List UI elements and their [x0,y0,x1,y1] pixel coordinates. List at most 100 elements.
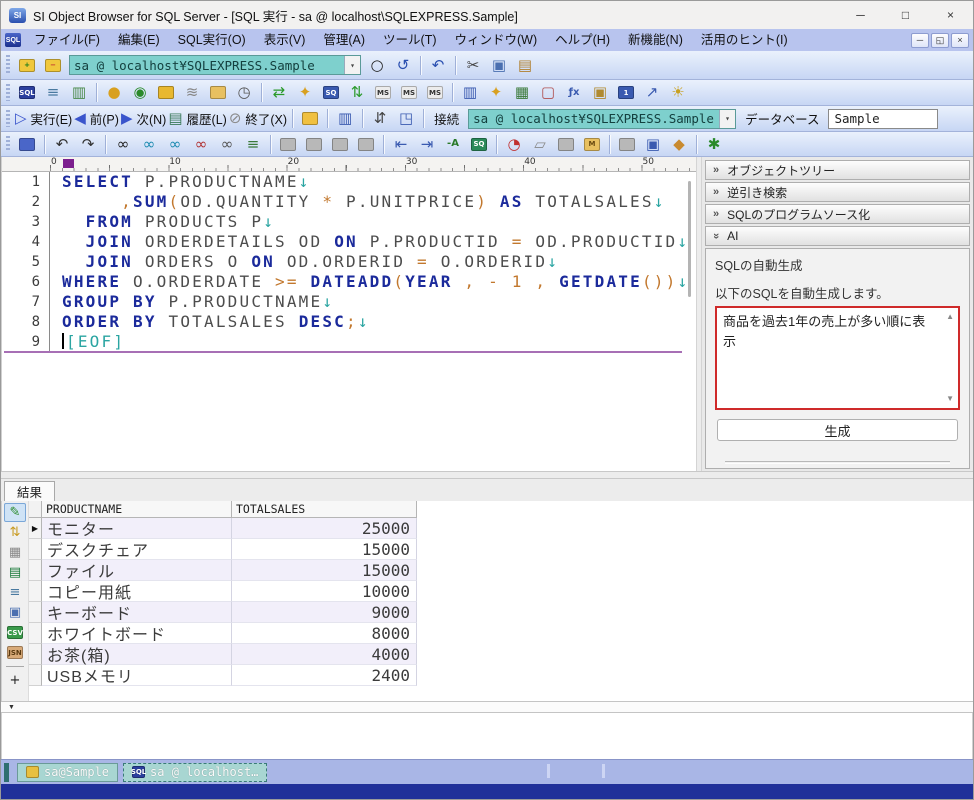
table-row[interactable]: USBメモリ2400 [29,665,417,686]
edit-row-button[interactable]: ✎ [4,503,26,522]
bookmark-2-button[interactable] [302,133,326,155]
execution-plan-button[interactable]: ◔ [502,133,526,155]
package-button[interactable]: ◆ [667,133,691,155]
row-header-cell[interactable] [29,644,42,665]
menu-item-0[interactable]: ファイル(F) [25,29,109,51]
settings-help-button[interactable]: ✱ [702,133,726,155]
mdi-close-button[interactable]: × [951,33,969,48]
table-row[interactable]: ファイル15000 [29,560,417,581]
hint-button[interactable]: ☀ [666,82,690,104]
table-row[interactable]: キーボード9000 [29,602,417,623]
row-header-cell[interactable] [29,581,42,602]
ms-deploy-button[interactable]: MS [423,82,447,104]
undo-button[interactable]: ↶ [50,133,74,155]
mdi-minimize-button[interactable]: ─ [911,33,929,48]
cell-totalsales[interactable]: 15000 [232,539,417,560]
table-row[interactable]: ホワイトボード8000 [29,623,417,644]
table-row[interactable]: コピー用紙10000 [29,581,417,602]
find-list-button[interactable]: ≡ [241,133,265,155]
copy-button[interactable]: ▣ [487,54,511,76]
form-window-button[interactable]: ▢ [536,82,560,104]
menu-item-9[interactable]: 活用のヒント(I) [692,29,797,51]
function-editor-button[interactable]: ƒx [562,82,586,104]
mdi-restore-button[interactable]: ◱ [931,33,949,48]
sequence-button[interactable]: 1 [614,82,638,104]
cell-totalsales[interactable]: 4000 [232,644,417,665]
row-header-cell[interactable] [29,560,42,581]
panel-ai[interactable]: » AI [705,226,970,246]
export-script-button[interactable]: ≡ [4,583,26,602]
job-schedule-button[interactable]: ◷ [232,82,256,104]
cell-productname[interactable]: モニター [42,518,232,539]
save-button[interactable] [15,133,39,155]
cell-productname[interactable]: ファイル [42,560,232,581]
export-csv-button[interactable]: CSV [4,623,26,642]
results-horizontal-scrollbar[interactable]: ▼ [1,701,973,713]
cell-productname[interactable]: コピー用紙 [42,581,232,602]
copy-result-button[interactable]: ▣ [4,603,26,622]
results-tab[interactable]: 結果 [4,481,55,501]
server-manage-button[interactable]: ◉ [128,82,152,104]
connection-combo[interactable]: sa @ localhost¥SQLEXPRESS.Sample▾ [69,55,361,75]
menu-item-7[interactable]: ヘルプ(H) [546,29,619,51]
cell-productname[interactable]: ホワイトボード [42,623,232,644]
find-options-button[interactable]: ∞ [215,133,239,155]
minimize-button[interactable]: ─ [838,1,883,29]
security-button[interactable] [154,82,178,104]
terminate-button[interactable]: ⊘終了(X) [229,108,287,130]
sql-format-button[interactable]: SQ [467,133,491,155]
indent-button[interactable]: ⇥ [415,133,439,155]
cell-productname[interactable]: USBメモリ [42,665,232,686]
flow-step-button[interactable]: ▱ [528,133,552,155]
find-next-button[interactable]: ∞ [137,133,161,155]
find-previous-button[interactable]: ∞ [163,133,187,155]
horizontal-splitter[interactable] [1,471,973,479]
storage-button[interactable] [206,82,230,104]
results-grid[interactable]: PRODUCTNAMETOTALSALES ▶モニター25000デスクチェア15… [29,501,417,701]
menu-item-5[interactable]: ツール(T) [374,29,445,51]
panel-sql-to-source[interactable]: » SQLのプログラムソース化 [705,204,970,224]
reload-button[interactable]: ↺ [391,54,415,76]
export-result-button[interactable]: ▥ [333,108,357,130]
find-button[interactable]: ∞ [111,133,135,155]
bookmark-1-button[interactable] [276,133,300,155]
history-button[interactable]: ▤履歴(L) [168,108,226,130]
flow-block-button[interactable] [554,133,578,155]
editor-scrollbar[interactable] [688,181,691,297]
record-button[interactable]: ○ [365,54,389,76]
menu-item-4[interactable]: 管理(A) [314,29,374,51]
export-excel-button[interactable]: ▤ [4,563,26,582]
align-center-pane-button[interactable]: ⇵ [368,108,392,130]
connection-add-button[interactable]: + [15,54,39,76]
export-json-button[interactable]: JSN [4,643,26,662]
db-synchronize-button[interactable]: ⇅ [345,82,369,104]
connection-remove-button[interactable]: − [41,54,65,76]
code-lines[interactable]: 1SELECT P.PRODUCTNAME↓2 ,SUM(OD.QUANTITY… [2,172,696,471]
primary-key-button[interactable]: ✦ [484,82,508,104]
cell-totalsales[interactable]: 15000 [232,560,417,581]
row-header-cell[interactable] [29,623,42,644]
result-window-button[interactable]: ▣ [641,133,665,155]
ms-database-button[interactable]: MS [397,82,421,104]
scroll-down-icon[interactable]: ▼ [946,393,954,405]
next-button[interactable]: ▶次(N) [121,108,166,130]
row-header-cell[interactable] [29,602,42,623]
cell-productname[interactable]: キーボード [42,602,232,623]
shortcut-button[interactable]: ↗ [640,82,664,104]
cell-totalsales[interactable]: 9000 [232,602,417,623]
sql-execute-window-button[interactable]: SQL [15,82,39,104]
row-header-cell[interactable] [29,539,42,560]
favorite-window-button[interactable]: ▣ [588,82,612,104]
sql-search-button[interactable]: SQ [319,82,343,104]
cell-totalsales[interactable]: 8000 [232,623,417,644]
sort-rows-button[interactable]: ⇅ [4,523,26,542]
execute-button[interactable]: ▷実行(E) [15,108,72,130]
comment-toggle-button[interactable]: -A [441,133,465,155]
undo-edit-button[interactable]: ↶ [426,54,450,76]
column-header-totalsales[interactable]: TOTALSALES [232,501,417,518]
database-manage-button[interactable]: ≋ [180,82,204,104]
task-tab-0[interactable]: sa@Sample [17,763,118,782]
table-row[interactable]: お茶(箱)4000 [29,644,417,665]
menu-item-1[interactable]: 編集(E) [109,29,169,51]
data-transfer-button[interactable]: ⇄ [267,82,291,104]
